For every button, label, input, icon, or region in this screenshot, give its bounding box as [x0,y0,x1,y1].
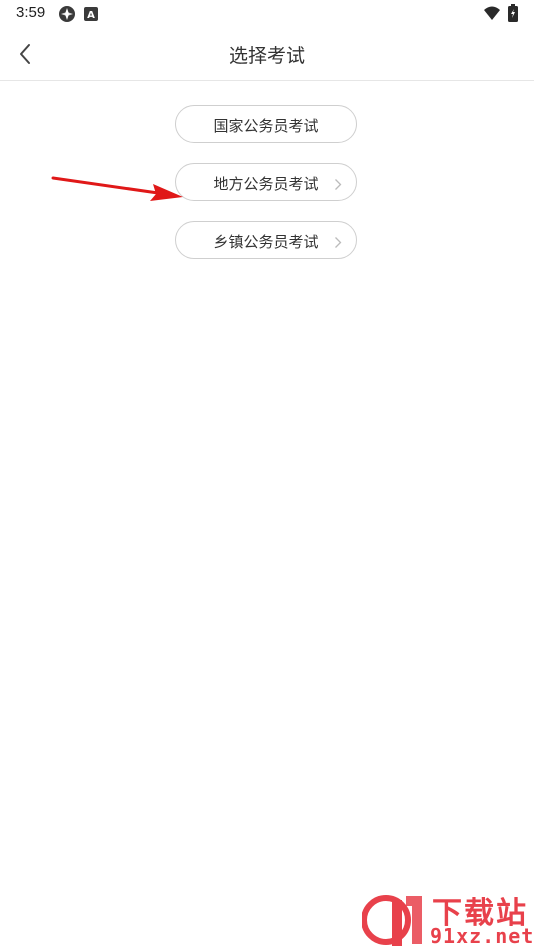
red-arrow-icon [51,176,183,201]
status-bar: 3:59 A [0,0,534,28]
watermark-domain: 91xz.net [430,924,534,948]
svg-text:A: A [87,10,95,21]
watermark: 下载站 91xz.net [360,886,534,950]
page-title: 选择考试 [228,46,305,67]
option-label: 国家公务员考试 [213,118,319,135]
option-label: 乡镇公务员考试 [213,234,319,251]
option-label: 地方公务员考试 [213,176,319,193]
option-township-exam[interactable]: 乡镇公务员考试 [175,221,357,259]
chevron-right-icon [334,234,342,253]
option-national-exam[interactable]: 国家公务员考试 [175,105,357,143]
battery-icon [508,4,518,26]
option-local-exam[interactable]: 地方公务员考试 [175,163,357,201]
compass-icon [58,5,76,27]
chevron-right-icon [334,176,342,195]
app-bar: 选择考试 [0,28,534,81]
a-badge-icon: A [84,6,98,25]
watermark-logo-icon [361,892,426,952]
wifi-icon [483,5,501,25]
status-time: 3:59 [16,4,46,21]
